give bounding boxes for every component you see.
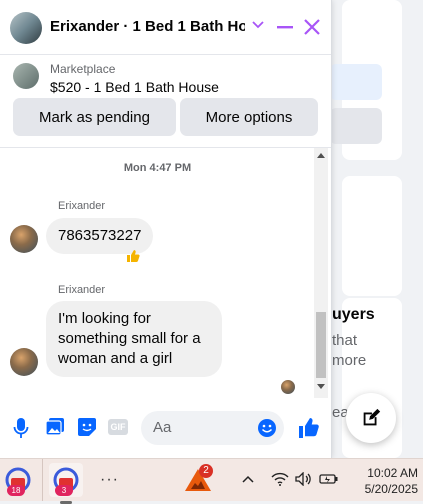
microphone-icon[interactable] (13, 417, 29, 439)
clock-time: 10:02 AM (367, 466, 418, 480)
chevron-up-icon[interactable] (242, 475, 254, 483)
compose-icon (363, 408, 381, 426)
listing-title[interactable]: $520 - 1 Bed 1 Bath House (50, 79, 219, 95)
background-heading: uyers (332, 306, 375, 323)
listing-thumbnail[interactable] (13, 63, 39, 89)
scroll-up-arrow-icon[interactable] (317, 152, 325, 158)
message-bubble[interactable]: I'm looking for something small for a wo… (46, 301, 222, 377)
sender-name: Erixander (58, 284, 106, 296)
message-timestamp: Mon 4:47 PM (123, 162, 192, 174)
windows-taskbar: 18 3 ··· 2 10:02 AM 5/20/2025 (0, 458, 423, 504)
notification-badge: 18 (7, 485, 25, 496)
photo-icon[interactable] (45, 417, 65, 437)
more-options-button[interactable]: More options (180, 98, 318, 136)
scrollbar-thumb[interactable] (316, 312, 326, 378)
system-clock[interactable]: 10:02 AM 5/20/2025 (352, 465, 418, 497)
message-input[interactable] (151, 418, 255, 437)
chat-header: Erixander · 1 Bed 1 Bath Hou… (0, 0, 331, 55)
taskbar-separator (42, 459, 43, 501)
background-button[interactable] (330, 64, 382, 100)
background-text: more (332, 352, 367, 369)
message-composer: GIF (0, 400, 331, 458)
chat-title[interactable]: Erixander · 1 Bed 1 Bath Hou… (50, 18, 245, 35)
notification-badge: 3 (55, 485, 73, 496)
message-input-wrapper (141, 411, 284, 445)
minimize-icon[interactable] (275, 15, 295, 39)
message-list: Mon 4:47 PM Erixander 7863573227 Erixand… (0, 148, 315, 398)
avatar[interactable] (10, 225, 38, 253)
gif-icon[interactable]: GIF (108, 419, 128, 435)
taskbar-overflow-button[interactable]: ··· (100, 471, 119, 489)
close-icon[interactable] (302, 15, 322, 39)
background-card (342, 176, 402, 296)
background-text: that (332, 332, 358, 349)
volume-icon[interactable] (295, 472, 313, 486)
avatar[interactable] (10, 348, 38, 376)
sticker-icon[interactable] (77, 417, 97, 437)
clock-date: 5/20/2025 (364, 482, 418, 496)
thumbs-up-reaction-icon[interactable] (125, 248, 141, 264)
seen-indicator-avatar (281, 380, 295, 394)
background-button[interactable] (330, 108, 382, 144)
scroll-down-arrow-icon[interactable] (317, 384, 325, 390)
taskbar-app-chrome-profile-2[interactable]: 3 (49, 463, 83, 504)
taskbar-app-chrome-profile-1[interactable]: 18 (1, 463, 35, 497)
thumbs-up-icon[interactable] (297, 416, 321, 440)
new-message-button[interactable] (346, 393, 396, 443)
marketplace-label: Marketplace (50, 62, 116, 76)
notification-count-badge: 2 (199, 464, 213, 478)
listing-avatar[interactable] (10, 12, 42, 44)
marketplace-listing-panel: Marketplace $520 - 1 Bed 1 Bath House Ma… (0, 55, 331, 148)
message-scrollbar[interactable] (314, 148, 328, 398)
mark-as-pending-button[interactable]: Mark as pending (13, 98, 176, 136)
emoji-icon[interactable] (257, 418, 277, 438)
chat-window: Erixander · 1 Bed 1 Bath Hou… Marketplac… (0, 0, 332, 458)
battery-icon[interactable] (319, 472, 339, 486)
wifi-icon[interactable] (271, 472, 289, 486)
chevron-down-icon[interactable] (251, 18, 265, 32)
sender-name: Erixander (58, 200, 106, 212)
